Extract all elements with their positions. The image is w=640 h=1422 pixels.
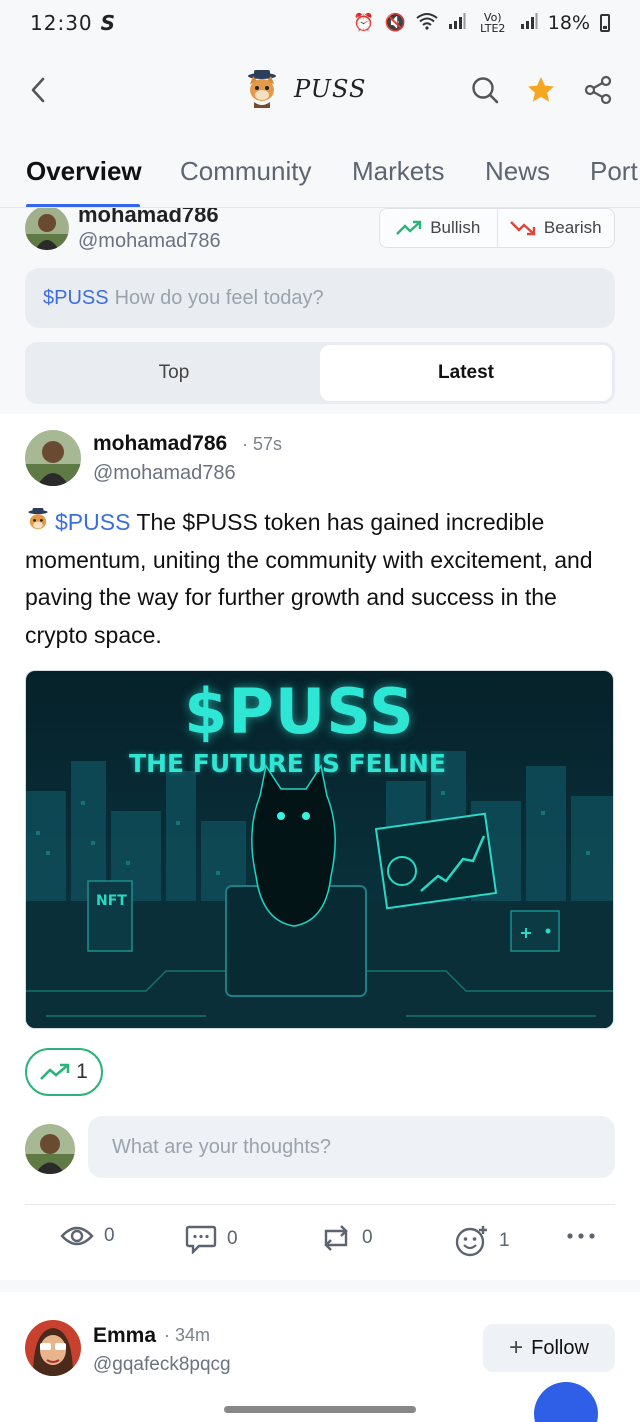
wifi-icon: [416, 12, 438, 35]
battery-text: 18%: [547, 12, 590, 34]
add-reaction-icon: [455, 1226, 487, 1257]
favorite-button[interactable]: [523, 72, 559, 108]
trend-up-icon: [396, 220, 422, 235]
post-ticker-link[interactable]: $PUSS: [55, 509, 130, 535]
repost-icon: [324, 1225, 348, 1251]
status-right: ⏰ 🔇 Vo) LTE2 18%: [353, 12, 610, 35]
post-time: · 57s: [242, 434, 283, 454]
post-image[interactable]: $PUSS THE FUTURE IS FELINE NFT: [25, 670, 614, 1029]
post-body: $PUSS The $PUSS token has gained incredi…: [25, 504, 625, 654]
sentiment-selector: Bullish Bearish: [379, 208, 615, 248]
ticker-tag: $PUSS: [43, 286, 109, 309]
bullish-label: Bullish: [430, 218, 481, 237]
image-billboard-text: NFT: [96, 893, 127, 909]
compose-fab[interactable]: [534, 1382, 598, 1422]
tab-overview[interactable]: Overview: [26, 156, 142, 187]
tab-portfolio[interactable]: Port: [590, 156, 638, 187]
trend-up-icon: [40, 1063, 70, 1080]
sort-top[interactable]: Top: [28, 345, 320, 401]
cat-logo: [28, 508, 48, 530]
more-options-button[interactable]: [566, 1232, 596, 1240]
post-author[interactable]: mohamad786: [93, 432, 227, 456]
divider: [25, 1204, 615, 1205]
app-title: PUSS: [294, 75, 367, 103]
back-icon: [31, 77, 45, 103]
views-count: 0: [104, 1225, 115, 1246]
status-time: 12:30: [30, 11, 93, 35]
plus-icon: +: [509, 1334, 524, 1361]
image-title: $PUSS: [184, 675, 415, 748]
alarm-icon: ⏰: [353, 13, 375, 33]
carrier-icon: S: [100, 11, 116, 35]
compose-area: mohamad786 @mohamad786 Bullish Bearish $…: [0, 208, 640, 414]
react-button[interactable]: 1: [455, 1224, 510, 1258]
tab-markets[interactable]: Markets: [352, 156, 444, 187]
sentiment-post-input[interactable]: $PUSS How do you feel today?: [25, 268, 615, 328]
signal-icon-2: [520, 12, 538, 35]
views-counter: 0: [60, 1224, 115, 1248]
token-title: PUSS: [244, 70, 366, 108]
comment-icon: [185, 1225, 217, 1254]
home-indicator[interactable]: [224, 1406, 416, 1413]
reposts-count: 0: [362, 1227, 373, 1248]
comment-button[interactable]: 0: [185, 1224, 238, 1254]
star-icon: [528, 77, 554, 102]
bullish-count: 1: [76, 1060, 88, 1083]
reactions-count: 1: [499, 1230, 510, 1251]
battery-icon: [600, 14, 610, 32]
compose-user-name: mohamad786: [78, 208, 219, 227]
search-button[interactable]: [467, 72, 503, 108]
avatar[interactable]: [25, 430, 81, 486]
follow-button[interactable]: + Follow: [483, 1324, 615, 1372]
reply-input[interactable]: What are your thoughts?: [88, 1116, 615, 1178]
tab-news[interactable]: News: [485, 156, 550, 187]
tab-community[interactable]: Community: [180, 156, 311, 187]
back-button[interactable]: [18, 70, 58, 110]
image-subtitle: THE FUTURE IS FELINE: [129, 749, 446, 778]
more-icon: [567, 1233, 595, 1239]
bullish-reaction-pill[interactable]: 1: [25, 1048, 103, 1096]
signal-icon: [448, 12, 466, 35]
comments-count: 0: [227, 1228, 238, 1249]
cat-logo: [248, 70, 276, 108]
status-bar: 12:30 S ⏰ 🔇 Vo) LTE2 18%: [0, 0, 640, 46]
compose-user-handle: @mohamad786: [78, 230, 221, 252]
input-placeholder: How do you feel today?: [114, 286, 324, 309]
mute-icon: 🔇: [384, 13, 406, 33]
post-handle: @gqafeck8pqcg: [93, 1354, 231, 1375]
share-button[interactable]: [580, 72, 616, 108]
repost-button[interactable]: 0: [320, 1224, 373, 1252]
network-label: Vo) LTE2: [480, 11, 506, 35]
post-handle: @mohamad786: [93, 462, 236, 484]
avatar[interactable]: [25, 1320, 81, 1376]
trend-down-icon: [510, 221, 536, 236]
post-card: mohamad786 · 57s @mohamad786 $PUSS The $…: [0, 414, 640, 1280]
avatar: [25, 1124, 75, 1174]
post-time: · 34m: [164, 1325, 211, 1345]
bearish-label: Bearish: [543, 218, 602, 237]
sort-latest[interactable]: Latest: [320, 345, 612, 401]
app-header: PUSS: [0, 46, 640, 136]
feed-sort-toggle: Top Latest: [25, 342, 615, 404]
share-icon: [584, 75, 612, 105]
eye-icon: [60, 1226, 94, 1246]
post-card: Emma · 34m @gqafeck8pqcg + Follow: [0, 1292, 640, 1422]
avatar: [25, 208, 69, 250]
bearish-button[interactable]: Bearish: [496, 209, 615, 247]
bullish-button[interactable]: Bullish: [380, 209, 497, 247]
post-author[interactable]: Emma: [93, 1324, 156, 1348]
search-icon: [472, 77, 499, 104]
tab-bar: Overview Community Markets News Port: [0, 136, 640, 208]
follow-label: Follow: [531, 1336, 589, 1359]
